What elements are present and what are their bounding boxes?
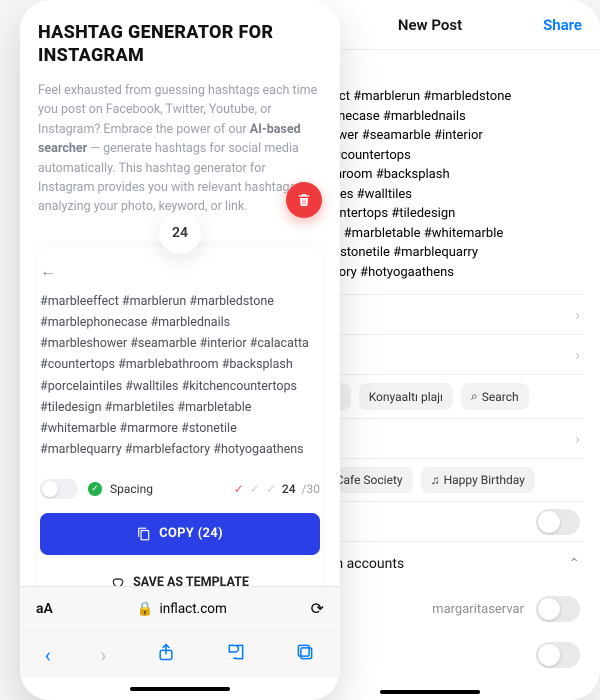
chevron-right-icon: ›: [575, 429, 580, 448]
search-icon: ⌕: [471, 389, 478, 404]
tabs-icon[interactable]: [295, 642, 315, 667]
account-toggle[interactable]: [536, 596, 580, 622]
spacing-toggle[interactable]: [40, 479, 78, 499]
back-arrow-icon[interactable]: ←: [40, 261, 320, 281]
check-icon: ✓: [250, 482, 260, 496]
save-template-label: SAVE AS TEMPLATE: [133, 575, 249, 586]
location-search-chip[interactable]: ⌕Search: [461, 383, 529, 410]
chevron-right-icon: ›: [575, 305, 580, 324]
account-toggle[interactable]: [536, 642, 580, 668]
forward-button[interactable]: ›: [100, 643, 106, 667]
home-indicator: [380, 690, 480, 694]
check-icon: ✓: [266, 482, 276, 496]
music-note-icon: ♫: [431, 473, 440, 487]
page-description: Feel exhausted from guessing hashtags ea…: [38, 81, 322, 217]
address-host: inflact.com: [159, 601, 226, 617]
location-chip[interactable]: Konyaaltı plajı: [359, 383, 453, 410]
hashtag-count: 24: [282, 482, 296, 496]
back-button[interactable]: ‹: [45, 643, 51, 667]
safari-address-bar[interactable]: aA 🔒 inflact.com ⟳: [20, 586, 340, 630]
lock-icon: 🔒: [137, 601, 154, 617]
results-card: ← #marbleeffect #marblerun #marbledstone…: [38, 247, 322, 586]
hashtag-count-bubble: 24: [159, 212, 201, 254]
copy-icon: [137, 527, 151, 541]
copy-button[interactable]: COPY (24): [40, 513, 320, 555]
home-indicator: [20, 678, 340, 700]
safari-toolbar: ‹ ›: [20, 630, 340, 678]
check-icon: ✓: [234, 482, 244, 496]
share-icon[interactable]: [156, 642, 176, 667]
phone-hashtag-generator: HASHTAG GENERATOR FOR INSTAGRAM Feel exh…: [20, 0, 340, 700]
music-chip[interactable]: ♫Happy Birthday: [421, 467, 535, 493]
heart-icon: [111, 576, 125, 586]
trash-icon: [296, 192, 312, 208]
hashtag-max: /30: [302, 482, 320, 496]
generated-hashtags[interactable]: #marbleeffect #marblerun #marbledstone #…: [40, 291, 320, 461]
check-icon: [88, 482, 102, 496]
spacing-label: Spacing: [110, 482, 153, 496]
delete-button[interactable]: [286, 182, 322, 218]
reload-icon[interactable]: ⟳: [311, 599, 324, 618]
new-post-title: New Post: [398, 16, 462, 34]
chevron-up-icon: ⌃: [568, 556, 580, 572]
bookmarks-icon[interactable]: [226, 642, 246, 667]
share-button[interactable]: Share: [543, 16, 582, 34]
text-size-control[interactable]: aA: [36, 601, 53, 617]
account-name: margaritaservar: [432, 602, 524, 617]
save-as-template-button[interactable]: SAVE AS TEMPLATE: [40, 565, 320, 586]
spacing-row: Spacing ✓ ✓ ✓ 24/30: [40, 479, 320, 499]
copy-label: COPY (24): [159, 526, 223, 541]
chevron-right-icon: ›: [575, 345, 580, 364]
toggle[interactable]: [536, 509, 580, 535]
page-title: HASHTAG GENERATOR FOR INSTAGRAM: [38, 22, 322, 67]
